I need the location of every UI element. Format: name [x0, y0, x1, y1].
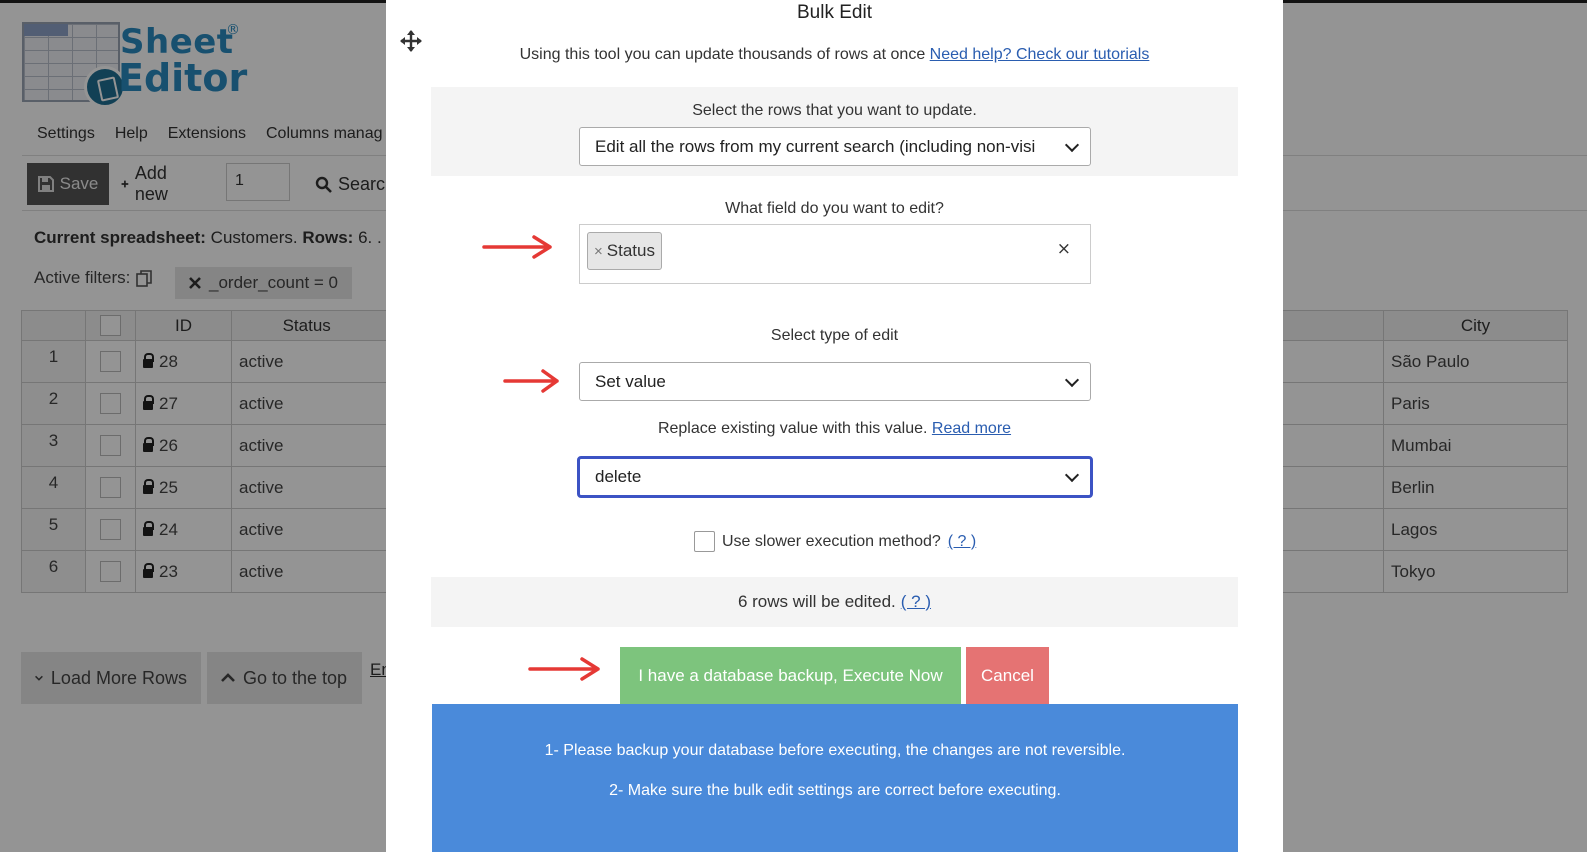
- tutorials-link[interactable]: Need help? Check our tutorials: [930, 46, 1150, 63]
- rows-selector-label: Select the rows that you want to update.: [692, 102, 977, 119]
- field-multiselect[interactable]: × Status ×: [579, 224, 1091, 284]
- rows-selector-value: Edit all the rows from my current search…: [595, 136, 1036, 156]
- remove-tag-icon[interactable]: ×: [594, 243, 603, 260]
- cancel-button[interactable]: Cancel: [966, 647, 1049, 704]
- replace-text: Replace existing value with this value.: [657, 420, 928, 437]
- edit-type-label: Select type of edit: [770, 327, 899, 344]
- edit-type-value: Set value: [595, 371, 666, 391]
- backup-warning: 1- Please backup your database before ex…: [432, 704, 1238, 852]
- replace-hint: Replace existing value with this value. …: [386, 420, 1283, 438]
- chevron-down-icon: [1064, 372, 1080, 387]
- clear-field-icon[interactable]: ×: [1057, 239, 1071, 259]
- bulk-edit-modal: Bulk Edit Using this tool you can update…: [386, 0, 1283, 852]
- slower-execution-label: Use slower execution method?: [722, 532, 941, 550]
- warning-line-2: 2- Make sure the bulk edit settings are …: [609, 782, 1061, 799]
- field-label: What field do you want to edit?: [725, 200, 944, 217]
- annotation-arrow-icon: [482, 235, 552, 259]
- rows-edited-help-link[interactable]: ( ? ): [901, 592, 931, 612]
- chevron-down-icon: [1064, 467, 1080, 483]
- rows-edited-notice: 6 rows will be edited. ( ? ): [431, 577, 1238, 627]
- chevron-down-icon: [1064, 137, 1080, 152]
- warning-line-1: 1- Please backup your database before ex…: [544, 742, 1126, 759]
- annotation-arrow-icon: [528, 657, 600, 681]
- execute-now-button[interactable]: I have a database backup, Execute Now: [620, 647, 961, 704]
- edit-type-dropdown[interactable]: Set value: [579, 362, 1091, 401]
- slower-execution-option: Use slower execution method? ( ? ): [694, 531, 976, 552]
- rows-selector-dropdown[interactable]: Edit all the rows from my current search…: [579, 127, 1091, 166]
- annotation-arrow-icon: [503, 369, 559, 393]
- modal-intro: Using this tool you can update thousands…: [386, 46, 1283, 64]
- field-tag-status[interactable]: × Status: [587, 232, 662, 270]
- slower-execution-checkbox[interactable]: [694, 531, 715, 552]
- field-tag-label: Status: [606, 241, 655, 260]
- rows-edited-text: 6 rows will be edited.: [737, 592, 896, 611]
- value-dropdown[interactable]: delete: [577, 456, 1093, 498]
- modal-title: Bulk Edit: [797, 2, 872, 23]
- read-more-link[interactable]: Read more: [932, 420, 1011, 437]
- value-dropdown-value: delete: [595, 467, 642, 486]
- intro-text: Using this tool you can update thousands…: [519, 46, 926, 63]
- slower-execution-help-link[interactable]: ( ? ): [948, 533, 976, 551]
